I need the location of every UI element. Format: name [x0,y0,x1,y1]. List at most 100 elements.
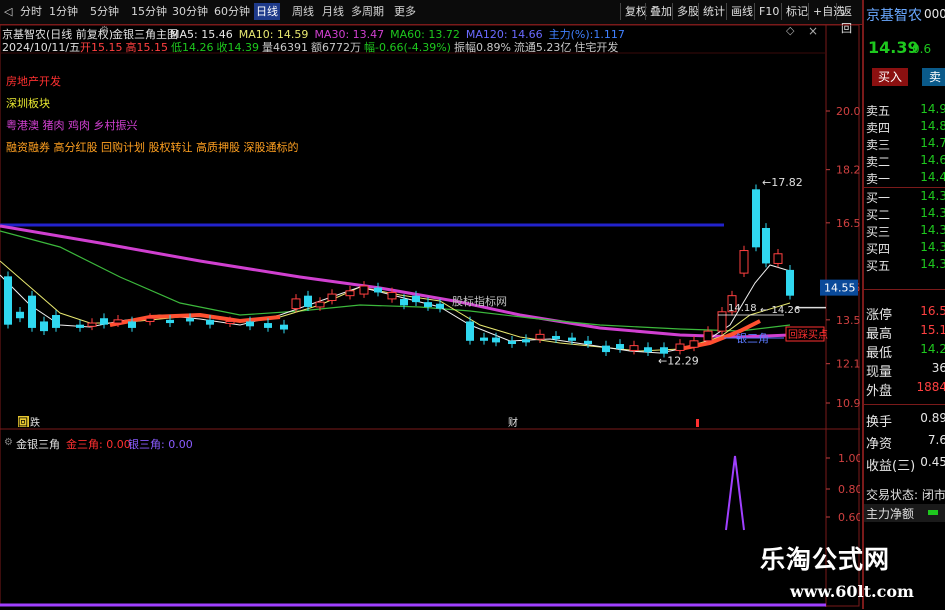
stat-value: 7.6 [927,433,945,447]
ohlc-item: 流通5.23亿 [513,41,572,54]
ohlc-item: 高15.15 [125,41,169,54]
ask-level-label: 卖一 [866,172,891,186]
candle-body [492,337,500,343]
candle-body [424,302,432,307]
toolbar-button-4[interactable]: 画线 [726,3,757,20]
dropdown-arrow-icon[interactable]: ◁ [2,3,14,20]
ask-level-label: 卖五 [866,104,891,118]
toolbar-button-5[interactable]: F10 [754,3,783,20]
quote-panel: 京基智农 0000 14.39 0.6 买入 卖 卖五14.9卖四14.8卖三1… [862,0,945,609]
bid-level-label: 买四 [866,242,891,256]
stat-value: 0.45 [920,455,945,469]
period-toolbar: ◁ 分时 1分钟 5分钟 15分钟 30分钟 60分钟 日线 周线 月线 多周期 更多 复权 叠加 多股… [0,0,862,35]
ask-level-price: 14.7 [920,136,945,150]
candle-body [28,295,36,328]
kline-chart[interactable]: 20.0318.2116.5614.5513.5512.1910.9714.55… [0,24,868,607]
tab-10[interactable]: 更多 [392,3,418,20]
toolbar-button-3[interactable]: 统计 [698,3,729,20]
candle-body [304,295,312,307]
tab-5[interactable]: 60分钟 [212,3,252,20]
stat-label: 最高 [866,327,893,342]
stat-label: 换手 [866,415,893,430]
price-change: 0.6 [912,42,932,56]
ask-level-price: 14.8 [920,119,945,133]
candle-body [436,303,444,309]
bid-level-price: 14.3 [920,240,945,254]
ask-level-price: 14.9 [920,102,945,116]
candle-body [660,347,668,354]
candle-body [552,335,560,340]
ohlc-item: 振幅0.89% [453,41,511,54]
watermark-url: www.60lt.com [790,582,914,601]
toolbar-button-8[interactable]: 返回 [836,3,862,35]
candle-body [345,290,355,297]
current-price-label: 14.55 [824,282,856,295]
tab-0[interactable]: 分时 [18,3,44,20]
price-tick-label: 12.19 [836,358,860,371]
silver-signal-spike [725,455,745,531]
stat-value: 0.89 [920,411,945,425]
collapse-icon[interactable]: ◇ [786,24,794,37]
tab-6[interactable]: 日线 [254,3,280,20]
ask-level-label: 卖四 [866,121,891,135]
candle-body [76,324,84,328]
stat-value: 36 [931,361,945,375]
marker-label: 回 [18,417,28,429]
tab-3[interactable]: 15分钟 [129,3,169,20]
candle-body [584,340,592,345]
sub-axis-label: 1.00 [838,452,860,465]
sub-axis-label: 0.60 [838,511,860,524]
ohlc-item: 幅-0.66(-4.39%) [364,41,451,54]
stock-code: 0000 [924,7,945,21]
price-tick-label: 10.97 [836,397,860,410]
ma5-line [0,264,791,354]
candle-body [16,311,24,319]
ask-level-label: 卖二 [866,155,891,169]
candle-body [128,321,136,328]
tab-1[interactable]: 1分钟 [47,3,80,20]
bid-level-label: 买五 [866,259,891,273]
stat-label: 现量 [866,365,893,380]
tab-2[interactable]: 5分钟 [88,3,121,20]
candle-body [703,330,713,342]
stock-name: 京基智农 [866,8,922,24]
main-chart-area[interactable]: 20.0318.2116.5614.5513.5512.1910.9714.55… [0,24,868,607]
date-label: 2024/10/11/五 [2,41,81,54]
concept-tag: 粤港澳 猪肉 鸡肉 乡村振兴 [6,119,138,132]
tab-4[interactable]: 30分钟 [170,3,210,20]
candle-body [246,321,254,327]
stat-label: 最低 [866,346,893,361]
stat-value: 15.1 [920,323,945,337]
bid-level-price: 14.3 [920,189,945,203]
candle-body [291,298,301,310]
sub-axis-label: 0.80 [838,483,860,496]
candle-body [4,276,12,325]
stat-value: 14.2 [920,342,945,356]
close-icon[interactable]: × [808,24,818,38]
tab-8[interactable]: 月线 [320,3,346,20]
stat-label: 外盘 [866,384,893,399]
sub-panel-title: 金银三角 [16,438,60,451]
candle-body [374,287,382,293]
gear-icon[interactable]: ⚙ [100,25,109,36]
indicator-site-watermark: 股标指标网 [452,294,507,308]
candle-body [480,337,488,341]
candle-body [280,324,288,330]
silver-triangle-label: 银三角: 0.00 [128,438,193,451]
tab-7[interactable]: 周线 [290,3,316,20]
stat-value: 1884 [916,380,945,394]
bid-level-label: 买一 [866,191,891,205]
gear-icon[interactable]: ⚙ [4,437,13,448]
sell-button[interactable]: 卖 [922,68,945,86]
candle-body [786,269,794,296]
gold-triangle-label: 金三角: 0.00 [66,438,131,451]
candle-body [186,318,194,322]
buy-button[interactable]: 买入 [872,68,908,86]
stat-value: 16.5 [920,304,945,318]
ohlc-item: 量46391 [262,41,308,54]
support-annotation: ← 14.26 [760,305,800,316]
tab-9[interactable]: 多周期 [349,3,386,20]
candle-body [689,340,699,348]
ohlc-item: 额6772万 [311,41,361,54]
candle-body [400,298,408,306]
